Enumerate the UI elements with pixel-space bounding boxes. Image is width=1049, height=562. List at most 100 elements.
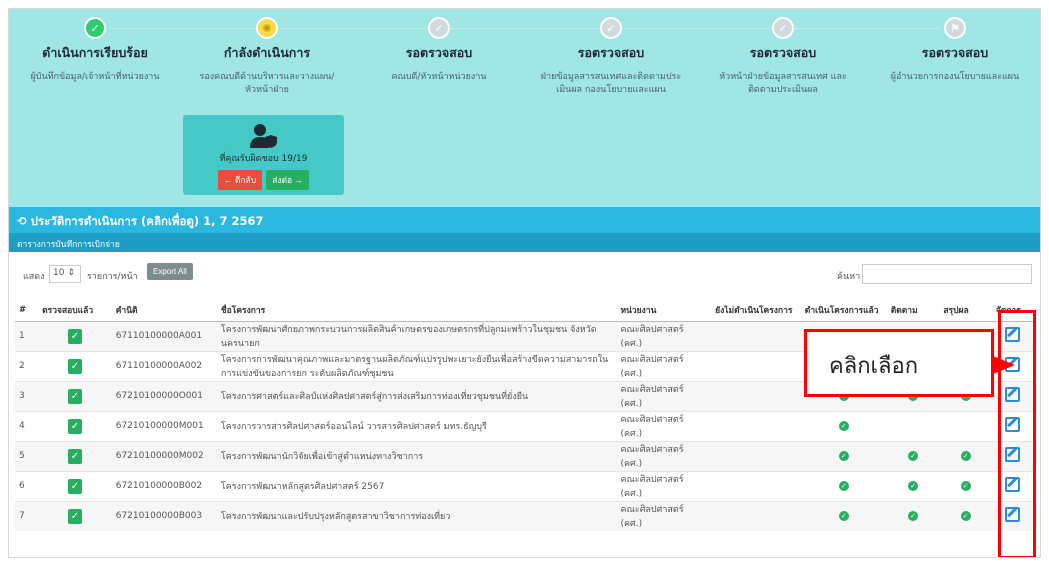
row-number: 5 [15,440,39,471]
col-checked[interactable]: ตรวจสอบแล้ว [38,299,112,322]
check-circle-icon: ✓ [84,17,106,39]
follow-cell [886,410,940,441]
step-desc: คณบดี/หัวหน้าหน่วยงาน [391,72,487,82]
flag-circle-icon: ⚑ [944,17,966,39]
checked-icon: ✓ [67,508,82,524]
history-icon: ⟲ [17,214,31,228]
checked-cell: ✓ [38,380,112,411]
col-started[interactable]: ดำเนินโครงการแล้ว [800,299,887,322]
summary-cell: ✓ [939,500,992,531]
started-cell: ✓ [800,440,887,471]
row-number: 2 [15,350,39,381]
click-callout: คลิกเลือก [804,329,1015,397]
checked-cell: ✓ [38,320,112,351]
project-name: โครงการวารสารศิลปศาสตร์ออนไลน์ วารสารศิล… [216,410,617,441]
col-project-name[interactable]: ชื่อโครงการ [216,299,617,322]
col-code[interactable]: คำนิติ [111,299,217,322]
not-started-cell [711,320,801,351]
step-desc: ฝ่ายข้อมูลสารสนเทศและติดตามประ เมินผล กอ… [540,72,682,95]
unit-name: คณะศิลปศาสตร์ (คศ.) [616,440,712,471]
table-controls: แสดง 10 ⇕ รายการ/หน้า Export All ค้นหา : [9,259,1040,289]
search-input[interactable] [862,264,1032,284]
not-started-cell [711,470,801,501]
history-bar[interactable]: ⟲ ประวัติการดำเนินการ (คลิกเพื่อดู) 1, 7… [9,207,1040,233]
step-desc: ผู้อำนวยการกองนโยบายและแผน [890,72,1020,82]
project-name: โครงการพัฒนานักวิจัยเพื่อเข้าสู่ตำแหน่งท… [216,440,617,471]
checked-icon: ✓ [67,478,82,494]
table-header-row: # ตรวจสอบแล้ว คำนิติ ชื่อโครงการ หน่วยงา… [15,299,1034,322]
check-dot-icon: ✓ [838,421,849,431]
project-code: 67210100000M002 [111,440,217,471]
started-cell: ✓ [800,410,887,441]
col-not-started[interactable]: ยังไม่ดำเนินโครงการ [711,299,801,322]
col-no[interactable]: # [15,299,39,322]
check-dot-icon: ✓ [908,451,919,461]
step-5: ✓ รอตรวจสอบ หัวหน้าฝ่ายข้อมูลสารสนเทศ แล… [697,17,869,97]
checked-cell: ✓ [38,500,112,531]
row-number: 1 [15,320,39,351]
step-title: ดำเนินการเรียบร้อย [42,45,148,60]
table-row: 7 ✓ 67210100000B003 โครงการพัฒนาและปรับปรุง… [15,500,1034,531]
table-caption: ตารางการบันทึกการเบิกจ่าย [9,233,1040,252]
unit-name: คณะศิลปศาสตร์ (คศ.) [616,380,712,411]
checked-cell: ✓ [38,440,112,471]
project-code: 67210100000O001 [111,380,217,411]
check-dot-icon: ✓ [960,451,971,461]
step-2: ✺ กำลังดำเนินการ รองคณบดีด้านบริหารและวา… [181,17,353,97]
summary-cell: ✓ [939,470,992,501]
checked-cell: ✓ [38,470,112,501]
col-unit[interactable]: หน่วยงาน [616,299,712,322]
summary-cell: ✓ [939,440,992,471]
project-code: 67110100000A001 [111,320,217,351]
return-button[interactable]: ← ตีกลับ [218,170,263,190]
check-dot-icon: ✓ [908,511,919,522]
unit-name: คณะศิลปศาสตร์ (คศ.) [616,320,712,351]
per-page-label: รายการ/หน้า [87,272,138,282]
started-cell: ✓ [800,470,887,501]
approval-action-card: ที่คุณรับผิดชอบ 19/19 ← ตีกลับ ส่งต่อ → [183,115,344,195]
step-6: ⚑ รอตรวจสอบ ผู้อำนวยการกองนโยบายและแผน [869,17,1040,84]
project-name: โครงการการพัฒนาคุณภาพและมาตรฐานผลิตภัณฑ์… [216,350,617,381]
started-cell: ✓ [800,500,887,531]
step-desc: หัวหน้าฝ่ายข้อมูลสารสนเทศ และ ติดตามประเ… [719,72,847,95]
check-dot-icon: ✓ [960,481,971,491]
in-progress-icon: ✺ [256,17,278,39]
check-circle-icon: ✓ [600,17,622,39]
project-name: โครงการศาสตร์และศิลป์แห่งศิลปศาสตร์สู่กา… [216,380,617,411]
project-code: 67210100000M001 [111,410,217,441]
not-started-cell [711,380,801,411]
follow-cell: ✓ [886,500,940,531]
workflow-steps: ✓ ดำเนินการเรียบร้อย ผู้บันทึกข้อมูล/เจ้… [9,9,1040,207]
project-name: โครงการพัฒนาศักยภาพกระบวนการผลิตสินค้าเก… [216,320,617,351]
page-length-value: 10 [53,268,65,278]
forward-button[interactable]: ส่งต่อ → [266,170,309,190]
checked-icon: ✓ [67,388,82,404]
step-title: รอตรวจสอบ [921,45,989,60]
not-started-cell [711,350,801,381]
table-row: 5 ✓ 67210100000M002 โครงการพัฒนานักวิจัยเพื… [15,440,1034,471]
unit-name: คณะศิลปศาสตร์ (คศ.) [616,500,712,531]
step-desc: รองคณบดีด้านบริหารและวางแผน/ หัวหน้าฝ่าย [199,72,335,95]
project-name: โครงการพัฒนาและปรับปรุงหลักสูตรสาขาวิชาก… [216,500,617,531]
summary-cell [939,410,992,441]
app-frame: ✓ ดำเนินการเรียบร้อย ผู้บันทึกข้อมูล/เจ้… [8,8,1041,558]
project-code: 67110100000A002 [111,350,217,381]
history-title: ประวัติการดำเนินการ (คลิกเพื่อดู) 1, 7 2… [30,214,264,228]
col-follow[interactable]: ติดตาม [886,299,940,322]
show-label: แสดง [23,272,45,282]
row-number: 7 [15,500,39,531]
col-summary[interactable]: สรุปผล [939,299,992,322]
checked-icon: ✓ [67,358,82,374]
checked-cell: ✓ [38,410,112,441]
project-name: โครงการพัฒนาหลักสูตรศิลปศาสตร์ 2567 [216,470,617,501]
table-row: 6 ✓ 67210100000B002 โครงการพัฒนาหลักสูตรศิล… [15,470,1034,501]
checked-icon: ✓ [67,328,82,344]
export-all-button[interactable]: Export All [147,263,193,280]
row-number: 6 [15,470,39,501]
project-code: 67210100000B002 [111,470,217,501]
follow-cell: ✓ [886,470,940,501]
step-1: ✓ ดำเนินการเรียบร้อย ผู้บันทึกข้อมูล/เจ้… [9,17,181,84]
checked-icon: ✓ [67,418,82,434]
unit-name: คณะศิลปศาสตร์ (คศ.) [616,470,712,501]
page-length-select[interactable]: 10 ⇕ [49,265,81,283]
